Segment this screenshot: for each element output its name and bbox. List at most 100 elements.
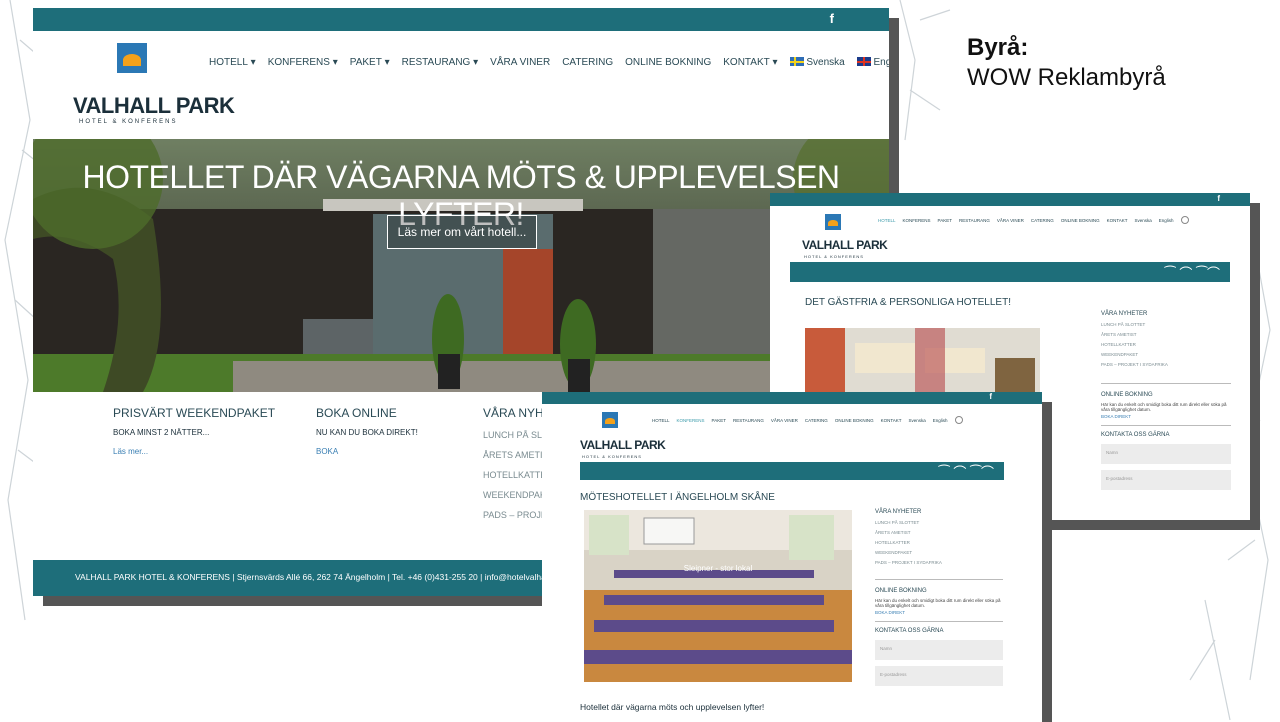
page-heading: DET GÄSTFRIA & PERSONLIGA HOTELLET! (805, 297, 1011, 308)
sidebar: VÅRA NYHETER LUNCH PÅ SLOTTET ÅRETS AMET… (875, 509, 1003, 686)
agency-label: Byrå: (967, 34, 1029, 61)
nav-hotell[interactable]: HOTELL (878, 218, 896, 223)
nav-konferens[interactable]: KONFERENS ▾ (268, 57, 338, 68)
brand-name: VALHALL PARK (73, 93, 235, 118)
news-item[interactable]: ÅRETS AMETIST (1101, 332, 1231, 337)
news-title: VÅRA NYHETER (1101, 311, 1148, 317)
birds-icon: ⁀ ⌒ ⁀⌒ (938, 466, 994, 481)
nav-online-bokning[interactable]: ONLINE BOKNING (1061, 218, 1100, 223)
brand-tagline: HOTEL & KONFERENS (804, 254, 864, 259)
search-icon[interactable] (954, 416, 963, 424)
lang-svenska[interactable]: Svenska (909, 418, 926, 423)
nav-konferens[interactable]: KONFERENS (677, 418, 705, 423)
footer-text: VALHALL PARK HOTEL & KONFERENS | Stjerns… (75, 572, 591, 582)
facebook-icon[interactable]: f (830, 11, 834, 26)
nav-paket[interactable]: PAKET (712, 418, 726, 423)
nav-restaurang[interactable]: RESTAURANG ▾ (402, 57, 479, 68)
divider (1101, 383, 1231, 384)
online-link[interactable]: BOKA DIREKT (1101, 414, 1231, 419)
nav-konferens[interactable]: KONFERENS (903, 218, 931, 223)
brand-logo[interactable]: VALHALL PARK HOTEL & KONFERENS (802, 214, 888, 259)
nav-online-bokning[interactable]: ONLINE BOKNING (625, 57, 711, 68)
promo-link[interactable]: BOKA (316, 447, 476, 456)
logo-mark-icon (117, 43, 147, 73)
sidebar: VÅRA NYHETER LUNCH PÅ SLOTTET ÅRETS AMET… (1101, 311, 1231, 490)
email-field[interactable]: E-postadress (1101, 470, 1231, 490)
main-nav: HOTELL KONFERENS PAKET RESTAURANG VÅRA V… (652, 416, 963, 424)
nav-kontakt[interactable]: KONTAKT (1107, 218, 1128, 223)
image-caption: Sleipner - stor lokal (683, 564, 753, 573)
top-bar: f (542, 392, 1042, 404)
facebook-icon[interactable]: f (989, 392, 992, 401)
nav-vara-viner[interactable]: VÅRA VINER (771, 418, 798, 423)
lang-svenska[interactable]: Svenska (1135, 218, 1152, 223)
name-field[interactable]: Namn (1101, 444, 1231, 464)
nav-restaurang[interactable]: RESTAURANG (733, 418, 764, 423)
birds-icon: ⁀ ⌒ ⁀⌒ (1164, 267, 1220, 282)
nav-hotell[interactable]: HOTELL ▾ (209, 57, 256, 68)
nav-paket[interactable]: PAKET (938, 218, 952, 223)
conference-image: Sleipner - stor lokal (584, 510, 852, 682)
divider (875, 621, 1003, 622)
swedish-flag-icon (789, 57, 804, 67)
nav-online-bokning[interactable]: ONLINE BOKNING (835, 418, 874, 423)
news-item[interactable]: PADS – PROJEKT I SYDAFRIKA (1101, 362, 1231, 367)
lang-english[interactable]: English (856, 57, 889, 68)
news-item[interactable]: HOTELLKATTER (1101, 342, 1231, 347)
name-field[interactable]: Namn (875, 640, 1003, 660)
conference-page-screenshot: f VALHALL PARK HOTEL & KONFERENS HOTELL … (542, 392, 1042, 722)
facebook-icon[interactable]: f (1217, 194, 1220, 203)
lang-english[interactable]: English (933, 418, 948, 423)
brand-tagline: HOTEL & KONFERENS (79, 119, 178, 125)
nav-restaurang[interactable]: RESTAURANG (959, 218, 990, 223)
logo-mark-icon (825, 214, 841, 230)
brand-logo[interactable]: VALHALL PARK HOTEL & KONFERENS (73, 43, 235, 133)
nav-catering[interactable]: CATERING (805, 418, 828, 423)
site-header: VALHALL PARK HOTEL & KONFERENS HOTELL KO… (542, 404, 1042, 462)
hero-cta-button[interactable]: Läs mer om vårt hotell... (387, 215, 537, 249)
logo-mark-icon (602, 412, 618, 428)
news-item[interactable]: HOTELLKATTER (875, 540, 1003, 545)
lang-svenska[interactable]: Svenska (789, 57, 845, 68)
hotel-room-image (805, 328, 1040, 398)
birds-banner: ⁀ ⌒ ⁀⌒ (790, 262, 1230, 282)
promo-title: BOKA ONLINE (316, 406, 397, 420)
search-icon[interactable] (1180, 216, 1189, 224)
nav-kontakt[interactable]: KONTAKT ▾ (723, 57, 777, 68)
brand-name: VALHALL PARK (802, 238, 888, 252)
online-title: ONLINE BOKNING (875, 588, 927, 594)
brand-name: VALHALL PARK (580, 438, 666, 452)
news-title: VÅRA NYHETER (875, 509, 922, 515)
online-text: Här kan du enkelt och smidigt boka ditt … (1101, 402, 1227, 412)
nav-hotell[interactable]: HOTELL (652, 418, 670, 423)
online-link[interactable]: BOKA DIREKT (875, 610, 1003, 615)
news-item[interactable]: WEEKENDPAKET (1101, 352, 1231, 357)
nav-kontakt[interactable]: KONTAKT (881, 418, 902, 423)
nav-vara-viner[interactable]: VÅRA VINER (490, 57, 550, 68)
conference-room-image (584, 510, 852, 682)
hero-banner: HOTELLET DÄR VÄGARNA MÖTS & UPPLEVELSEN … (33, 139, 889, 392)
site-header: VALHALL PARK HOTEL & KONFERENS HOTELL KO… (770, 206, 1250, 262)
contact-title: KONTAKTA OSS GÄRNA (875, 628, 944, 634)
agency-credit: Byrå: WOW Reklambyrå (967, 34, 1166, 92)
news-item[interactable]: LUNCH PÅ SLOTTET (1101, 322, 1231, 327)
promo-link[interactable]: Läs mer... (113, 447, 293, 456)
promo-title: PRISVÄRT WEEKENDPAKET (113, 406, 276, 420)
nav-catering[interactable]: CATERING (562, 57, 613, 68)
news-item[interactable]: WEEKENDPAKET (875, 550, 1003, 555)
nav-vara-viner[interactable]: VÅRA VINER (997, 218, 1024, 223)
brand-logo[interactable]: VALHALL PARK HOTEL & KONFERENS (580, 412, 666, 460)
body-heading: Hotellet där vägarna möts och upplevelse… (580, 702, 765, 712)
online-title: ONLINE BOKNING (1101, 392, 1153, 398)
nav-catering[interactable]: CATERING (1031, 218, 1054, 223)
brand-tagline: HOTEL & KONFERENS (582, 454, 642, 459)
nav-paket[interactable]: PAKET ▾ (350, 57, 390, 68)
lang-english[interactable]: English (1159, 218, 1174, 223)
news-item[interactable]: LUNCH PÅ SLOTTET (875, 520, 1003, 525)
page-heading: MÖTESHOTELLET I ÄNGELHOLM SKÅNE (580, 492, 775, 503)
email-field[interactable]: E-postadress (875, 666, 1003, 686)
news-item[interactable]: PADS – PROJEKT I SYDAFRIKA (875, 560, 1003, 565)
contact-title: KONTAKTA OSS GÄRNA (1101, 432, 1170, 438)
promo-subtitle: BOKA MINST 2 NÄTTER... (113, 428, 210, 437)
news-item[interactable]: ÅRETS AMETIST (875, 530, 1003, 535)
